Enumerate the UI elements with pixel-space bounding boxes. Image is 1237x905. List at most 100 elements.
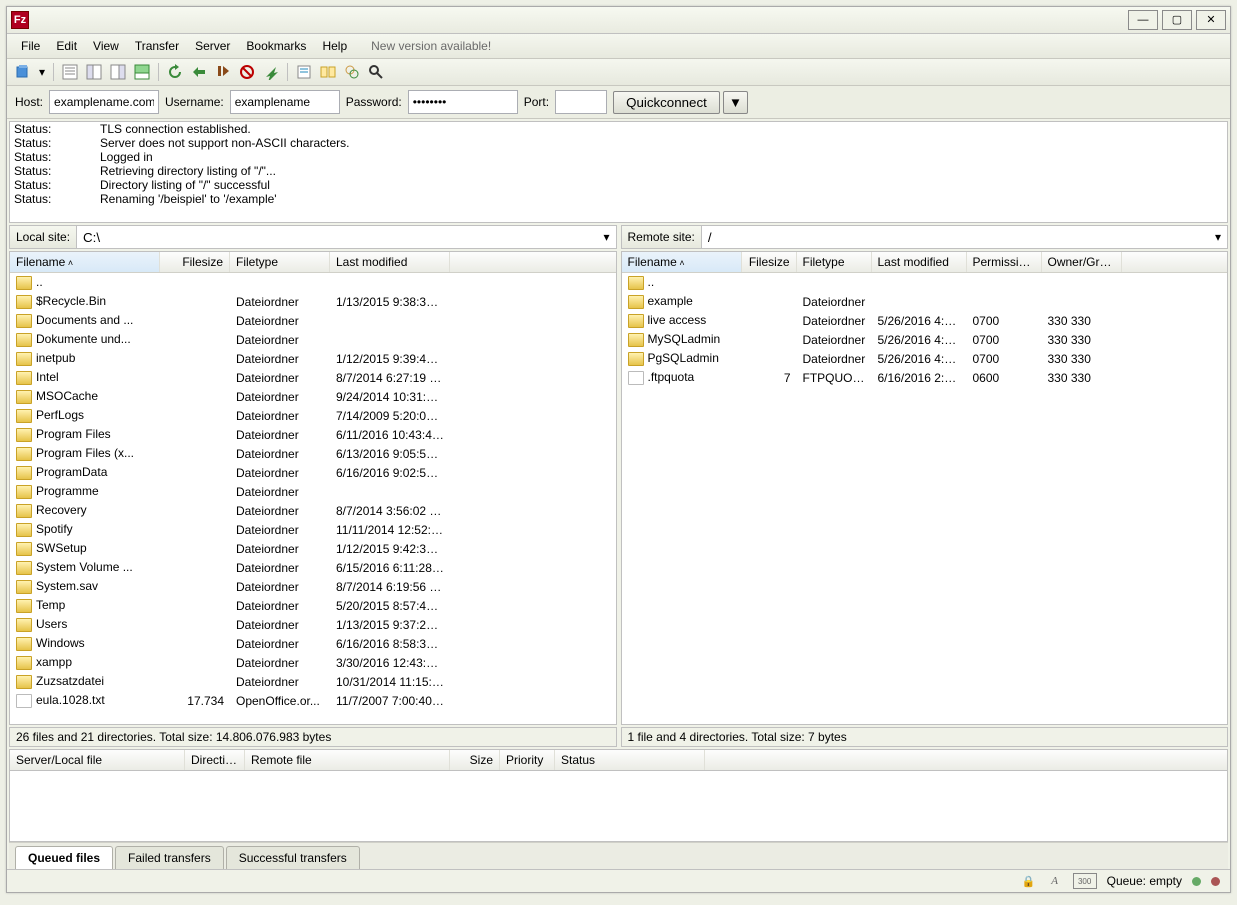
queue-col-priority[interactable]: Priority [500, 750, 555, 770]
list-item[interactable]: MySQLadminDateiordner5/26/2016 4:43:...0… [622, 330, 1228, 349]
list-item[interactable]: RecoveryDateiordner8/7/2014 3:56:02 PM [10, 501, 616, 520]
menu-view[interactable]: View [85, 36, 127, 56]
cell-mod: 1/13/2015 9:37:25 ... [330, 617, 450, 633]
list-item[interactable]: SWSetupDateiordner1/12/2015 9:42:34 ... [10, 539, 616, 558]
column-header-mod[interactable]: Last modified [330, 252, 450, 272]
remote-path-row: Remote site: ▾ [621, 225, 1229, 249]
column-header-type[interactable]: Filetype [230, 252, 330, 272]
site-manager-icon[interactable] [13, 62, 33, 82]
compare-icon[interactable] [318, 62, 338, 82]
column-header-size[interactable]: Filesize [160, 252, 230, 272]
disconnect-icon[interactable] [237, 62, 257, 82]
local-path-input[interactable] [77, 226, 597, 248]
toggle-local-tree-icon[interactable] [84, 62, 104, 82]
log-label: Status: [14, 136, 100, 150]
list-item[interactable]: .. [622, 273, 1228, 292]
list-item[interactable]: System.savDateiordner8/7/2014 6:19:56 PM [10, 577, 616, 596]
remote-path-input[interactable] [702, 226, 1209, 248]
quickconnect-button[interactable]: Quickconnect [613, 91, 720, 114]
list-item[interactable]: inetpubDateiordner1/12/2015 9:39:43 ... [10, 349, 616, 368]
list-item[interactable]: Documents and ...Dateiordner [10, 311, 616, 330]
list-item[interactable]: Program FilesDateiordner6/11/2016 10:43:… [10, 425, 616, 444]
list-item[interactable]: ZuzsatzdateiDateiordner10/31/2014 11:15:… [10, 672, 616, 691]
cell-size [160, 453, 230, 455]
quickconnect-dropdown[interactable]: ▼ [723, 91, 748, 114]
queue-col-direction[interactable]: Direction [185, 750, 245, 770]
cell-size [160, 339, 230, 341]
list-item[interactable]: Program Files (x...Dateiordner6/13/2016 … [10, 444, 616, 463]
list-item[interactable]: System Volume ...Dateiordner6/15/2016 6:… [10, 558, 616, 577]
titlebar[interactable]: Fz — ▢ ✕ [7, 7, 1230, 34]
window-close-button[interactable]: ✕ [1196, 10, 1226, 30]
local-file-list[interactable]: Filename ˄FilesizeFiletypeLast modified … [9, 251, 617, 725]
menu-help[interactable]: Help [314, 36, 355, 56]
reconnect-icon[interactable] [261, 62, 281, 82]
list-item[interactable]: TempDateiordner5/20/2015 8:57:42 ... [10, 596, 616, 615]
list-item[interactable]: IntelDateiordner8/7/2014 6:27:19 PM [10, 368, 616, 387]
column-header-owner[interactable]: Owner/Gro... [1042, 252, 1122, 272]
remote-file-list[interactable]: Filename ˄FilesizeFiletypeLast modifiedP… [621, 251, 1229, 725]
list-item[interactable]: UsersDateiordner1/13/2015 9:37:25 ... [10, 615, 616, 634]
list-item[interactable]: xamppDateiordner3/30/2016 12:43:44... [10, 653, 616, 672]
port-input[interactable] [555, 90, 607, 114]
list-item[interactable]: Dokumente und...Dateiordner [10, 330, 616, 349]
column-header-size[interactable]: Filesize [742, 252, 797, 272]
column-header-perm[interactable]: Permissions [967, 252, 1042, 272]
local-status: 26 files and 21 directories. Total size:… [9, 727, 617, 747]
tab-successful-transfers[interactable]: Successful transfers [226, 846, 360, 869]
sync-browse-icon[interactable] [342, 62, 362, 82]
refresh-icon[interactable] [165, 62, 185, 82]
window-maximize-button[interactable]: ▢ [1162, 10, 1192, 30]
cell-size [742, 358, 797, 360]
menu-bookmarks[interactable]: Bookmarks [238, 36, 314, 56]
search-icon[interactable] [366, 62, 386, 82]
local-path-dropdown[interactable]: ▾ [598, 230, 616, 244]
list-item[interactable]: .ftpquota7FTPQUOT...6/16/2016 2:49:...06… [622, 368, 1228, 387]
list-item[interactable]: exampleDateiordner [622, 292, 1228, 311]
list-item[interactable]: eula.1028.txt17.734OpenOffice.or...11/7/… [10, 691, 616, 710]
list-item[interactable]: ProgrammeDateiordner [10, 482, 616, 501]
remote-site-label: Remote site: [622, 226, 702, 248]
cell-name: PgSQLadmin [622, 350, 742, 367]
queue-col-size[interactable]: Size [450, 750, 500, 770]
tab-failed-transfers[interactable]: Failed transfers [115, 846, 224, 869]
cell-type: Dateiordner [230, 636, 330, 652]
menu-file[interactable]: File [13, 36, 48, 56]
list-item[interactable]: .. [10, 273, 616, 292]
cell-mod [330, 339, 450, 341]
process-queue-icon[interactable] [189, 62, 209, 82]
list-item[interactable]: WindowsDateiordner6/16/2016 8:58:35 ... [10, 634, 616, 653]
message-log[interactable]: Status:TLS connection established.Status… [9, 121, 1228, 223]
toggle-remote-tree-icon[interactable] [108, 62, 128, 82]
column-header-mod[interactable]: Last modified [872, 252, 967, 272]
column-header-name[interactable]: Filename ˄ [10, 252, 160, 272]
remote-path-dropdown[interactable]: ▾ [1209, 230, 1227, 244]
list-item[interactable]: PgSQLadminDateiordner5/26/2016 4:43:...0… [622, 349, 1228, 368]
list-item[interactable]: PerfLogsDateiordner7/14/2009 5:20:08 ... [10, 406, 616, 425]
toggle-queue-icon[interactable] [132, 62, 152, 82]
list-item[interactable]: $Recycle.BinDateiordner1/13/2015 9:38:33… [10, 292, 616, 311]
queue-col-status[interactable]: Status [555, 750, 705, 770]
transfer-queue-body[interactable] [9, 771, 1228, 842]
queue-col-remote-file[interactable]: Remote file [245, 750, 450, 770]
list-item[interactable]: SpotifyDateiordner11/11/2014 12:52:1... [10, 520, 616, 539]
new-version-notice[interactable]: New version available! [363, 36, 499, 56]
menu-server[interactable]: Server [187, 36, 238, 56]
menu-transfer[interactable]: Transfer [127, 36, 187, 56]
username-input[interactable] [230, 90, 340, 114]
menu-edit[interactable]: Edit [48, 36, 85, 56]
list-item[interactable]: ProgramDataDateiordner6/16/2016 9:02:56 … [10, 463, 616, 482]
site-manager-drop-icon[interactable]: ▾ [37, 62, 47, 82]
list-item[interactable]: MSOCacheDateiordner9/24/2014 10:31:48... [10, 387, 616, 406]
password-input[interactable] [408, 90, 518, 114]
toggle-log-icon[interactable] [60, 62, 80, 82]
column-header-type[interactable]: Filetype [797, 252, 872, 272]
queue-col-server-local-file[interactable]: Server/Local file [10, 750, 185, 770]
filter-icon[interactable] [294, 62, 314, 82]
tab-queued-files[interactable]: Queued files [15, 846, 113, 869]
list-item[interactable]: live accessDateiordner5/26/2016 4:43:...… [622, 311, 1228, 330]
host-input[interactable] [49, 90, 159, 114]
cancel-icon[interactable] [213, 62, 233, 82]
column-header-name[interactable]: Filename ˄ [622, 252, 742, 272]
window-minimize-button[interactable]: — [1128, 10, 1158, 30]
